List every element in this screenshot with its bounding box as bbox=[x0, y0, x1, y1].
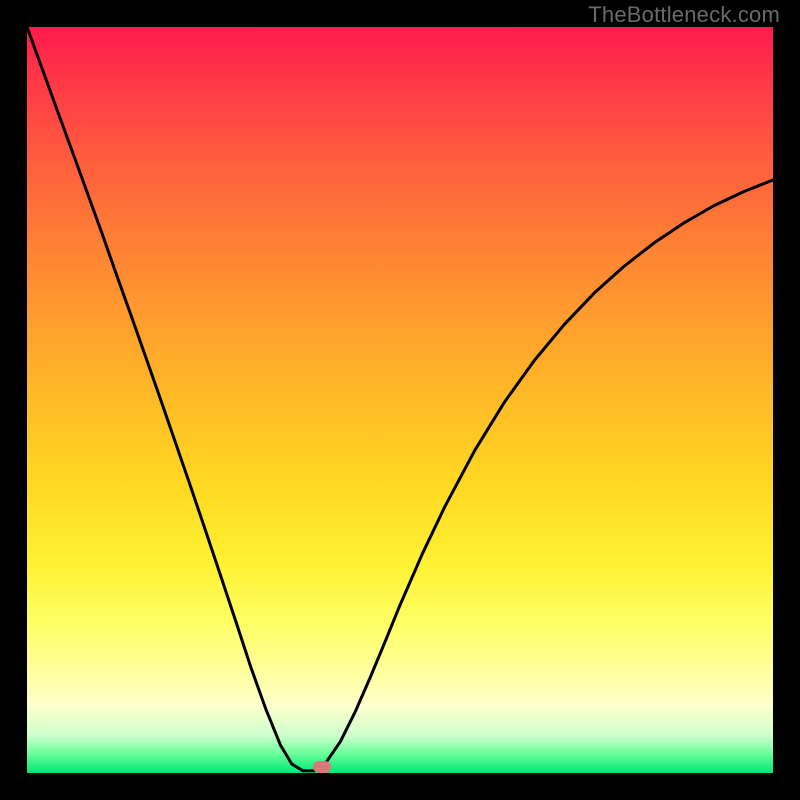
bottleneck-curve bbox=[27, 27, 773, 773]
optimum-marker bbox=[313, 761, 331, 773]
chart-frame: TheBottleneck.com bbox=[0, 0, 800, 800]
watermark-text: TheBottleneck.com bbox=[588, 2, 780, 28]
